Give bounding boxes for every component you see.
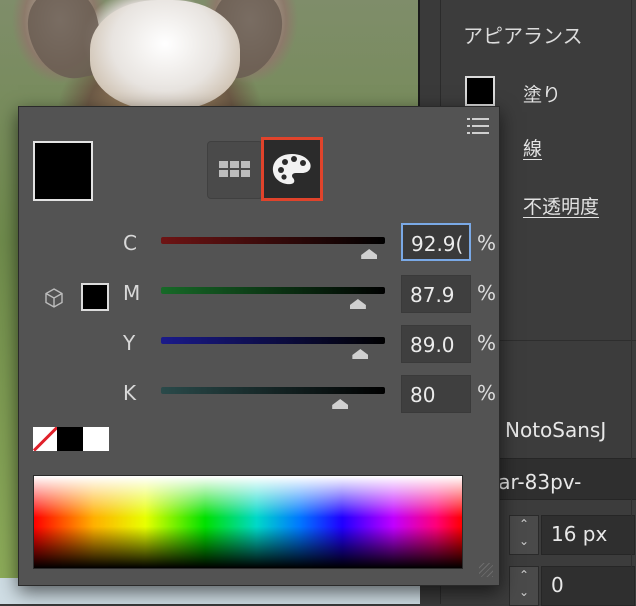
dog-face [90, 0, 240, 110]
none-color-swatch[interactable] [33, 427, 57, 451]
magenta-value: 87.9 [410, 283, 455, 307]
color-panel: C 92.9( % M 87.9 % Y 89.0 % K 80 % [18, 106, 500, 586]
palette-icon [272, 154, 311, 185]
black-value-field[interactable]: 80 [401, 375, 471, 413]
font-size-stepper[interactable]: ⌃ ⌄ [509, 515, 539, 555]
swatches-mode-button[interactable] [207, 141, 263, 199]
cyan-slider-track[interactable] [161, 237, 385, 244]
fill-swatch[interactable] [465, 76, 495, 106]
cyan-percent-unit: % [477, 231, 497, 255]
magenta-percent-unit: % [477, 281, 497, 305]
font-family-value[interactable]: NotoSansJ [505, 418, 606, 442]
appearance-title: アピアランス [463, 24, 583, 48]
color-sliders-mode-button[interactable] [261, 137, 323, 201]
magenta-value-field[interactable]: 87.9 [401, 275, 471, 313]
yellow-value: 89.0 [410, 333, 455, 357]
leading-stepper[interactable]: ⌃ ⌄ [509, 566, 539, 606]
fill-label[interactable]: 塗り [523, 80, 561, 107]
cube-icon[interactable] [43, 287, 65, 309]
opacity-label[interactable]: 不透明度 [523, 192, 599, 219]
stroke-label[interactable]: 線 [523, 134, 542, 161]
panel-edge [631, 0, 632, 604]
grid-icon [219, 161, 250, 177]
font-size-value: 16 px [551, 522, 608, 546]
gamut-swatch[interactable] [81, 283, 109, 311]
black-slider-track[interactable] [161, 387, 385, 394]
magenta-slider-track[interactable] [161, 287, 385, 294]
black-label: K [123, 381, 137, 405]
black-color-swatch[interactable] [57, 427, 83, 451]
yellow-label: Y [123, 331, 136, 355]
cyan-label: C [123, 231, 137, 255]
magenta-label: M [123, 281, 141, 305]
leading-value: 0 [551, 573, 564, 597]
black-value: 80 [410, 383, 436, 407]
yellow-slider-track[interactable] [161, 337, 385, 344]
panel-menu-icon[interactable] [467, 117, 489, 135]
resize-handle[interactable] [479, 563, 493, 577]
yellow-percent-unit: % [477, 331, 497, 355]
current-color-swatch[interactable] [33, 141, 93, 201]
color-spectrum-picker[interactable] [33, 475, 463, 569]
black-percent-unit: % [477, 381, 497, 405]
yellow-value-field[interactable]: 89.0 [401, 325, 471, 363]
cyan-value: 92.9( [411, 232, 464, 256]
white-color-swatch[interactable] [83, 427, 109, 451]
cyan-value-field[interactable]: 92.9( [401, 223, 471, 261]
